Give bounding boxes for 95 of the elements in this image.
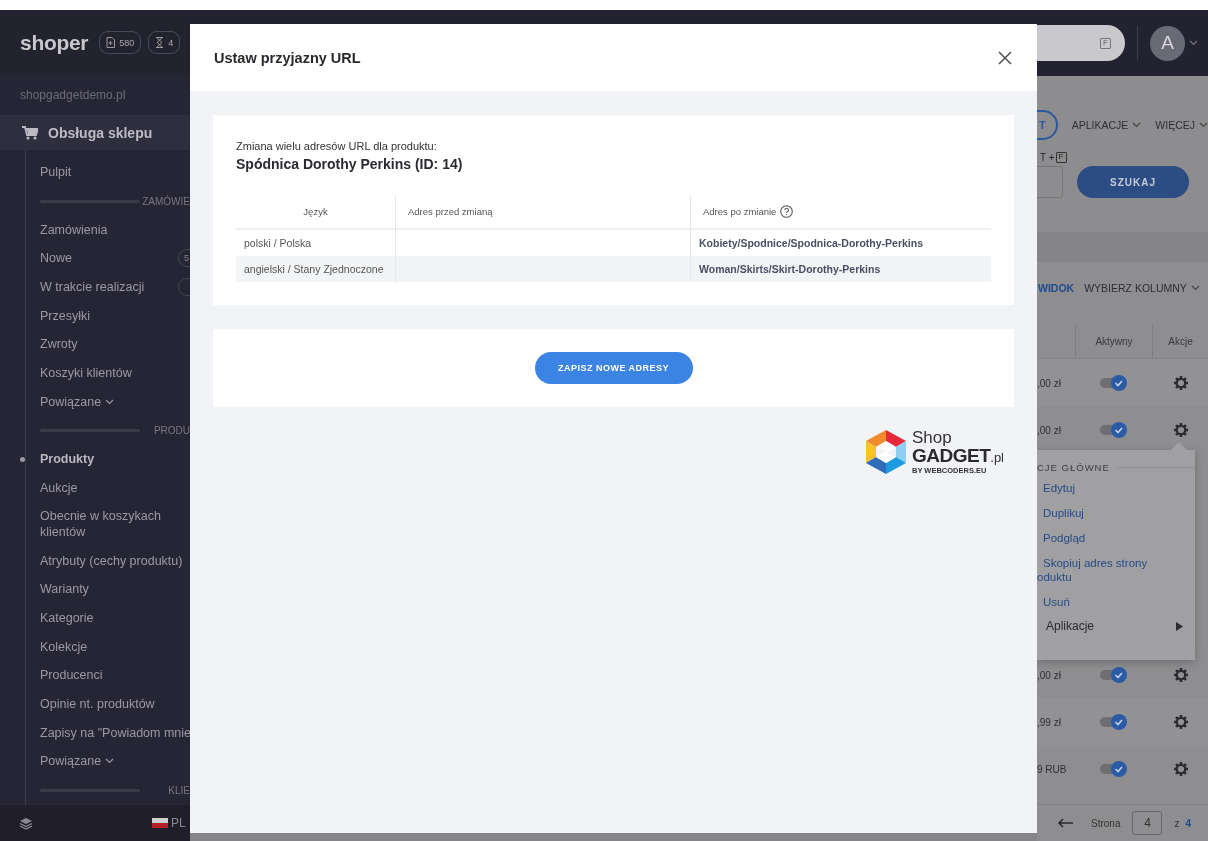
gear-icon[interactable] <box>1172 713 1189 730</box>
gear-icon[interactable] <box>1172 421 1189 438</box>
section-heading: ZAMÓWIE <box>141 195 190 207</box>
intro-text: Zmiana wielu adresów URL dla produktu: <box>236 140 438 152</box>
counter-value: 4 <box>168 37 174 48</box>
menu-item[interactable]: Duplikuj <box>1037 499 1195 524</box>
sidebar-item[interactable]: Producenci <box>40 661 103 690</box>
shortcut-key: F <box>1100 37 1111 49</box>
menu-item[interactable]: Podgląd <box>1037 524 1195 549</box>
active-dot <box>20 456 25 462</box>
brand-text: Shop <box>912 429 953 447</box>
arrow-left-icon <box>1057 818 1073 828</box>
page-field[interactable]: 4 <box>1132 811 1163 835</box>
sidebar-item[interactable]: Atrybuty (cechy produktu) <box>40 546 183 575</box>
sidebar-item[interactable]: Zapisy na "Powiadom mnie <box>40 718 190 747</box>
column-header: Adres przed zmianą <box>408 206 493 217</box>
dialog-title: Ustaw przyjazny URL <box>214 49 361 66</box>
toggle-switch[interactable] <box>1100 373 1128 392</box>
toggle-switch[interactable] <box>1100 712 1128 731</box>
gear-icon[interactable] <box>1172 374 1189 391</box>
brand-text: GADGET <box>912 446 991 466</box>
save-button[interactable]: ZAPISZ NOWE ADRESY <box>534 352 693 384</box>
cube-logo-icon <box>864 429 908 475</box>
sidebar-item[interactable]: Kategorie <box>40 603 94 632</box>
menu-item[interactable]: Edytuj <box>1037 474 1195 499</box>
sidebar-item[interactable]: Powiązane <box>40 387 102 416</box>
menu-heading: CJE GŁÓWNE <box>1037 461 1110 473</box>
price-text: ,00 zł <box>1037 669 1061 681</box>
chevron-down-icon <box>1132 122 1142 128</box>
sidebar-item[interactable]: Obecnie w koszykach klientów <box>40 502 180 547</box>
section-heading: KLIE <box>167 784 190 796</box>
column-header: Adres po zmianie <box>703 206 777 217</box>
sidebar-item[interactable]: Aukcje <box>40 473 78 502</box>
dropdown-button[interactable]: APLIKACJE <box>1071 119 1142 131</box>
dropdown-button[interactable]: WIĘCEJ <box>1155 119 1208 131</box>
sidebar-item[interactable]: Koszyki klientów <box>40 359 132 388</box>
gear-icon[interactable] <box>1172 760 1189 777</box>
chevron-down-icon <box>1199 122 1208 128</box>
toggle-switch[interactable] <box>1100 759 1128 778</box>
brand-text: .pl <box>990 451 1004 465</box>
table-cell: angielski / Stany Zjednoczone <box>244 263 384 275</box>
column-header: Akcje <box>1168 336 1193 347</box>
sidebar-item[interactable]: Produkty <box>40 445 95 474</box>
hourglass-icon <box>155 37 165 48</box>
document-icon <box>106 37 116 48</box>
sidebar-item[interactable]: Pulpit <box>40 158 72 187</box>
sidebar-item[interactable]: Zamówienia <box>40 215 108 244</box>
table-cell: Woman/Skirts/Skirt-Dorothy-Perkins <box>699 263 881 275</box>
table-cell: Kobiety/Spodnice/Spodnica-Dorothy-Perkins <box>699 237 924 249</box>
menu-item[interactable]: Aplikacje <box>1046 619 1095 633</box>
column-header: Aktywny <box>1095 336 1133 347</box>
product-name: Spódnica Dorothy Perkins (ID: 14) <box>236 156 464 172</box>
search-field[interactable]: F <box>1037 25 1125 61</box>
sidebar-item[interactable]: W trakcie realizacji <box>40 273 145 302</box>
gear-icon[interactable] <box>1172 666 1189 683</box>
page-of: z <box>1174 817 1180 829</box>
close-icon <box>997 49 1013 66</box>
section-heading: PRODU <box>152 425 190 437</box>
toggle-switch[interactable] <box>1100 420 1128 439</box>
price-text: 9 RUB <box>1037 763 1067 775</box>
menu-item[interactable]: Skopiuj adres strony oduktu <box>1037 549 1195 588</box>
price-text: ,00 zł <box>1037 377 1061 389</box>
chevron-down-icon <box>105 758 115 765</box>
search-button[interactable]: SZUKAJ <box>1077 166 1189 198</box>
toggle-switch[interactable] <box>1100 665 1128 684</box>
chevron-down-icon <box>105 398 115 405</box>
table-cell: polski / Polska <box>244 237 312 249</box>
triangle-right-icon <box>1176 621 1183 631</box>
shortcut-hint: T + <box>1040 151 1055 163</box>
counter-value: 580 <box>119 37 135 48</box>
language-label[interactable]: PL <box>171 816 186 830</box>
column-header: Język <box>303 206 328 217</box>
counter-badge[interactable]: 580 <box>99 31 142 54</box>
sidebar-item[interactable]: Przesyłki <box>40 301 90 330</box>
menu-item[interactable]: Usuń <box>1037 588 1195 613</box>
dropdown-button[interactable]: WYBIERZ KOLUMNY <box>1084 282 1200 294</box>
avatar[interactable]: A <box>1150 25 1185 61</box>
sidebar-item[interactable]: Opinie nt. produktów <box>40 690 155 719</box>
layers-icon <box>19 816 33 830</box>
store-name: shopgadgetdemo.pl <box>20 88 126 102</box>
price-text: ,99 zł <box>1037 716 1061 728</box>
chevron-down-icon <box>1190 285 1200 291</box>
sidebar-item[interactable]: Zwroty <box>40 330 78 359</box>
chevron-down-icon <box>1189 40 1198 46</box>
cart-icon <box>22 125 38 140</box>
logo: shoper <box>20 30 89 55</box>
counter-badge[interactable]: 4 <box>148 31 181 54</box>
sidebar-item[interactable]: Kolekcje <box>40 632 88 661</box>
sidebar-item[interactable]: Warianty <box>40 575 89 604</box>
sidebar-item[interactable]: Powiązane <box>40 747 102 776</box>
shortcut-key: F <box>1055 151 1067 163</box>
sidebar-item[interactable]: Nowe <box>40 244 72 273</box>
price-text: ,00 zł <box>1037 424 1061 436</box>
flag-icon <box>152 818 168 828</box>
page-label: Strona <box>1091 817 1121 829</box>
